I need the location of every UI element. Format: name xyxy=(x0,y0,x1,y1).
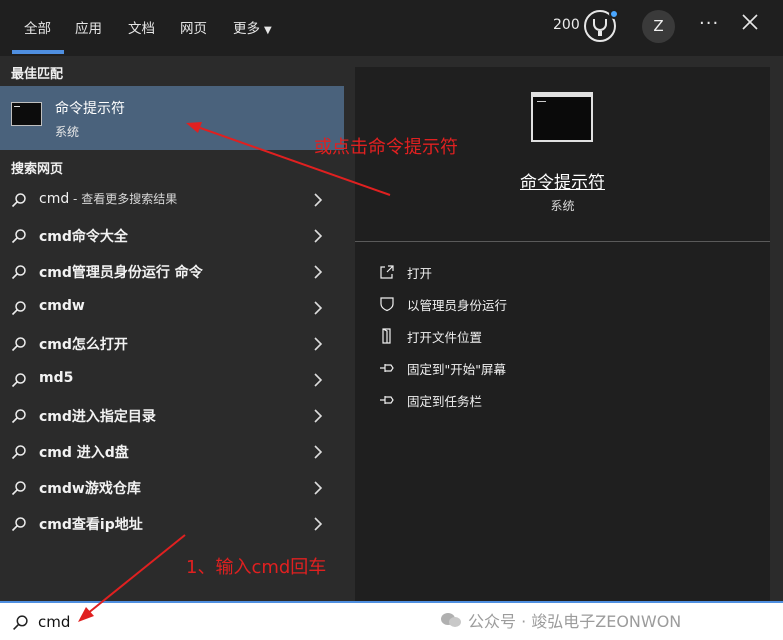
chevron-right-icon[interactable] xyxy=(313,445,323,459)
chevron-right-icon[interactable] xyxy=(313,265,323,279)
action-label: 打开 xyxy=(407,266,433,281)
action-label: 固定到"开始"屏幕 xyxy=(407,362,506,377)
search-input[interactable] xyxy=(38,610,418,634)
tab-documents[interactable]: 文档 xyxy=(128,17,155,37)
search-icon xyxy=(11,481,26,496)
more-options-icon[interactable]: ··· xyxy=(699,13,719,34)
web-result-text: cmd命令大全 xyxy=(39,229,128,245)
web-result-text: cmd 进入d盘 xyxy=(39,445,129,461)
web-result-item[interactable]: cmd怎么打开 xyxy=(0,326,344,362)
web-result-item[interactable]: cmd命令大全 xyxy=(0,218,344,254)
annotation-step2: 或点击命令提示符 xyxy=(314,137,458,158)
notification-dot xyxy=(609,9,619,19)
preview-title[interactable]: 命令提示符 xyxy=(355,168,770,193)
best-match-type: 系统 xyxy=(55,125,80,139)
search-bar: 公众号 · 竣弘电子ZEONWON xyxy=(0,601,783,640)
web-result-item[interactable]: cmd进入指定目录 xyxy=(0,398,344,434)
tab-more-label: 更多 xyxy=(233,21,260,37)
web-result-text: cmd xyxy=(39,191,70,207)
action-open[interactable]: 打开 xyxy=(379,261,709,283)
chevron-down-icon: ▼ xyxy=(264,25,272,36)
best-match-heading: 最佳匹配 xyxy=(11,67,64,82)
watermark: 公众号 · 竣弘电子ZEONWON xyxy=(468,612,682,631)
search-icon xyxy=(11,337,26,352)
web-result-text: cmd进入指定目录 xyxy=(39,409,156,425)
search-icon xyxy=(11,301,26,316)
chevron-right-icon[interactable] xyxy=(313,193,323,207)
command-prompt-icon xyxy=(531,92,593,142)
file-location-icon xyxy=(382,328,391,344)
pin-icon xyxy=(380,396,394,404)
web-result-text: cmdw游戏仓库 xyxy=(39,481,141,497)
web-result-item[interactable]: cmdw游戏仓库 xyxy=(0,470,344,506)
shield-icon xyxy=(380,297,394,312)
divider xyxy=(355,241,770,242)
search-icon xyxy=(11,409,26,424)
trophy-cup-shape xyxy=(593,19,607,31)
best-match-item[interactable]: 命令提示符 系统 xyxy=(0,86,344,150)
results-panel: 最佳匹配 命令提示符 系统 搜索网页 cmd - 查看更多搜索结果 cmd命令大… xyxy=(0,56,344,601)
rewards-points: 200 xyxy=(553,17,580,33)
annotation-step1: 1、输入cmd回车 xyxy=(186,557,327,578)
tab-all[interactable]: 全部 xyxy=(24,17,51,37)
action-pin-to-start[interactable]: 固定到"开始"屏幕 xyxy=(379,357,709,379)
web-result-item[interactable]: cmd 进入d盘 xyxy=(0,434,344,470)
web-result-text: cmdw xyxy=(39,298,85,314)
chevron-right-icon[interactable] xyxy=(313,373,323,387)
chevron-right-icon[interactable] xyxy=(313,517,323,531)
wechat-icon xyxy=(441,613,461,627)
command-prompt-icon xyxy=(11,102,42,126)
web-result-text: cmd管理员身份运行 命令 xyxy=(39,265,203,281)
chevron-right-icon[interactable] xyxy=(313,481,323,495)
chevron-right-icon[interactable] xyxy=(313,229,323,243)
action-label: 以管理员身份运行 xyxy=(407,298,508,313)
tab-apps[interactable]: 应用 xyxy=(75,17,102,37)
chevron-right-icon[interactable] xyxy=(313,337,323,351)
search-icon xyxy=(11,193,26,208)
tab-active-indicator xyxy=(12,50,64,54)
action-label: 固定到任务栏 xyxy=(407,394,483,409)
trophy-stem-shape xyxy=(598,31,602,36)
web-result-text: cmd查看ip地址 xyxy=(39,517,143,533)
web-result-text: cmd怎么打开 xyxy=(39,337,128,353)
best-match-name: 命令提示符 xyxy=(55,101,125,117)
search-icon xyxy=(11,265,26,280)
search-icon xyxy=(11,517,26,532)
open-icon xyxy=(380,265,394,279)
search-header: 全部 应用 文档 网页 更多 ▼ 200 Z ··· xyxy=(0,0,783,56)
tab-web[interactable]: 网页 xyxy=(180,17,207,37)
action-open-file-location[interactable]: 打开文件位置 xyxy=(379,325,709,347)
pin-icon xyxy=(380,364,394,372)
web-search-heading: 搜索网页 xyxy=(11,162,64,177)
web-result-item[interactable]: cmd管理员身份运行 命令 xyxy=(0,254,344,290)
web-result-item[interactable]: cmdw xyxy=(0,290,344,326)
web-result-text: md5 xyxy=(39,370,74,386)
search-icon xyxy=(11,229,26,244)
search-icon xyxy=(11,445,26,460)
action-label: 打开文件位置 xyxy=(407,330,483,345)
web-result-item[interactable]: cmd - 查看更多搜索结果 xyxy=(0,182,344,218)
chevron-right-icon[interactable] xyxy=(313,301,323,315)
web-result-hint: - 查看更多搜索结果 xyxy=(69,192,178,206)
tab-more[interactable]: 更多 ▼ xyxy=(233,17,272,37)
web-result-item[interactable]: md5 xyxy=(0,362,344,398)
preview-subtitle: 系统 xyxy=(550,199,575,213)
search-icon xyxy=(13,615,28,630)
web-result-item[interactable]: cmd查看ip地址 xyxy=(0,506,344,542)
search-icon xyxy=(11,373,26,388)
action-run-as-admin[interactable]: 以管理员身份运行 xyxy=(379,293,709,315)
avatar[interactable]: Z xyxy=(642,10,675,43)
action-pin-to-taskbar[interactable]: 固定到任务栏 xyxy=(379,389,709,411)
chevron-right-icon[interactable] xyxy=(313,409,323,423)
close-icon[interactable] xyxy=(738,10,762,34)
